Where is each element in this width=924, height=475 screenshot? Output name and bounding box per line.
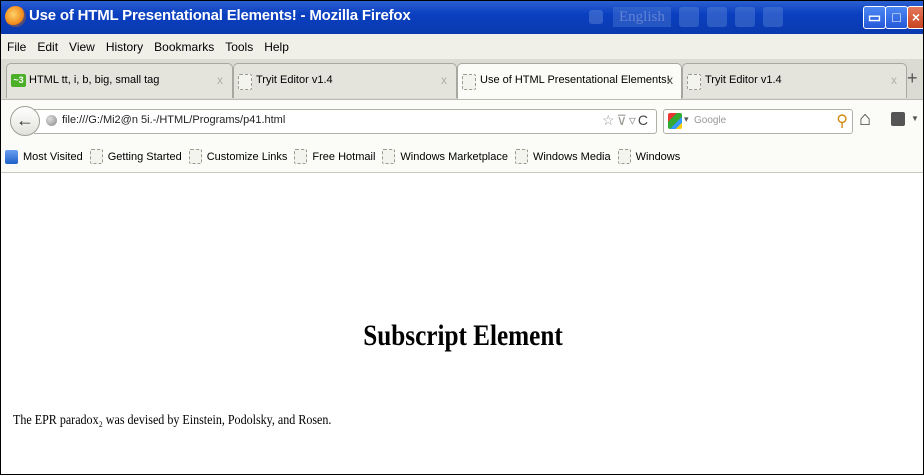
search-box[interactable]: ▾ Google ⚲	[663, 109, 853, 134]
bookmark-windows-media[interactable]: Windows Media	[513, 149, 611, 164]
close-button[interactable]: ×	[907, 6, 923, 29]
menu-edit[interactable]: Edit	[37, 40, 58, 54]
menu-tools[interactable]: Tools	[225, 40, 253, 54]
tab-close-icon[interactable]: x	[217, 73, 223, 87]
tab-html-tags[interactable]: ~3 HTML tt, i, b, big, small tag x	[6, 63, 233, 98]
page-icon	[687, 74, 701, 90]
url-bar[interactable]: file:///G:/Mi2@n 5i.-/HTML/Programs/p41.…	[34, 109, 657, 134]
page-icon: ~3	[11, 74, 26, 87]
url-bar-icons: ☆⊽▿C	[602, 112, 650, 129]
ime-tool-icon[interactable]	[706, 7, 727, 27]
toolbar-overflow-icon[interactable]: ▼	[911, 114, 919, 123]
minimize-button[interactable]: ▭	[863, 6, 886, 29]
tab-close-icon[interactable]: x	[441, 73, 447, 87]
ime-tool-icon[interactable]	[678, 7, 699, 27]
tab-strip: ~3 HTML tt, i, b, big, small tag x Tryit…	[1, 60, 923, 100]
window-title: Use of HTML Presentational Elements! - M…	[29, 7, 411, 24]
search-placeholder: Google	[694, 115, 727, 126]
menu-history[interactable]: History	[106, 40, 143, 54]
browser-window: Use of HTML Presentational Elements! - M…	[0, 0, 924, 475]
search-engine-dropdown-icon[interactable]: ▾	[684, 114, 689, 125]
menu-bookmarks[interactable]: Bookmarks	[154, 40, 214, 54]
tab-label: Use of HTML Presentational Elements!	[480, 74, 670, 86]
language-button[interactable]: English	[613, 7, 671, 27]
page-icon	[617, 149, 631, 164]
navigation-bar: file:///G:/Mi2@n 5i.-/HTML/Programs/p41.…	[1, 99, 923, 142]
search-icon[interactable]: ⚲	[836, 111, 848, 131]
language-toolbar: English	[589, 6, 783, 28]
tab-close-icon[interactable]: x	[667, 73, 673, 87]
bookmark-free-hotmail[interactable]: Free Hotmail	[292, 149, 375, 164]
page-icon	[188, 149, 202, 164]
tab-presentational-elements[interactable]: Use of HTML Presentational Elements! x	[457, 63, 682, 100]
page-icon	[514, 149, 528, 164]
menu-file[interactable]: File	[7, 40, 26, 54]
page-icon	[89, 149, 103, 164]
globe-icon	[46, 115, 57, 126]
ime-tool-icon[interactable]	[734, 7, 755, 27]
maximize-button[interactable]: □	[885, 6, 908, 29]
reload-icon[interactable]: C	[638, 112, 650, 128]
bookmark-customize-links[interactable]: Customize Links	[187, 149, 287, 164]
star-icon[interactable]: ☆	[602, 112, 617, 128]
dropdown-arrow-icon[interactable]: ▿	[629, 112, 638, 128]
bookmark-windows[interactable]: Windows	[616, 149, 680, 164]
menu-help[interactable]: Help	[264, 40, 289, 54]
firefox-logo-icon	[5, 6, 26, 27]
page-paragraph: The EPR paradox₂ was devised by Einstein…	[13, 413, 332, 428]
tab-tryit-editor-2[interactable]: Tryit Editor v1.4 x	[682, 63, 907, 98]
bookmark-getting-started[interactable]: Getting Started	[88, 149, 182, 164]
title-bar: Use of HTML Presentational Elements! - M…	[1, 1, 923, 34]
bookmark-windows-marketplace[interactable]: Windows Marketplace	[380, 149, 508, 164]
page-icon	[238, 74, 252, 90]
google-logo-icon[interactable]	[668, 113, 682, 129]
bookmarks-bar: Most Visited Getting Started Customize L…	[1, 141, 923, 173]
most-visited-icon	[5, 149, 18, 164]
page-heading: Subscript Element	[363, 319, 563, 352]
menu-bar: File Edit View History Bookmarks Tools H…	[1, 34, 923, 60]
tab-tryit-editor[interactable]: Tryit Editor v1.4 x	[233, 63, 457, 98]
page-icon	[294, 149, 308, 164]
url-text: file:///G:/Mi2@n 5i.-/HTML/Programs/p41.…	[62, 114, 286, 126]
pocket-icon[interactable]	[891, 112, 905, 126]
page-icon	[382, 149, 396, 164]
tab-close-icon[interactable]: x	[891, 73, 897, 87]
menu-view[interactable]: View	[69, 40, 95, 54]
tab-label: Tryit Editor v1.4	[256, 74, 333, 86]
home-icon[interactable]: ⌂	[859, 108, 871, 131]
new-tab-button[interactable]: +	[907, 68, 918, 89]
bookmark-most-visited[interactable]: Most Visited	[1, 149, 83, 164]
back-button[interactable]: ←	[10, 106, 40, 136]
ime-tool-icon[interactable]	[762, 7, 783, 27]
ime-icon[interactable]	[589, 10, 603, 24]
tab-label: HTML tt, i, b, big, small tag	[29, 74, 160, 86]
page-icon	[462, 74, 476, 90]
dropdown-icon[interactable]: ⊽	[617, 112, 629, 128]
tab-label: Tryit Editor v1.4	[705, 74, 782, 86]
